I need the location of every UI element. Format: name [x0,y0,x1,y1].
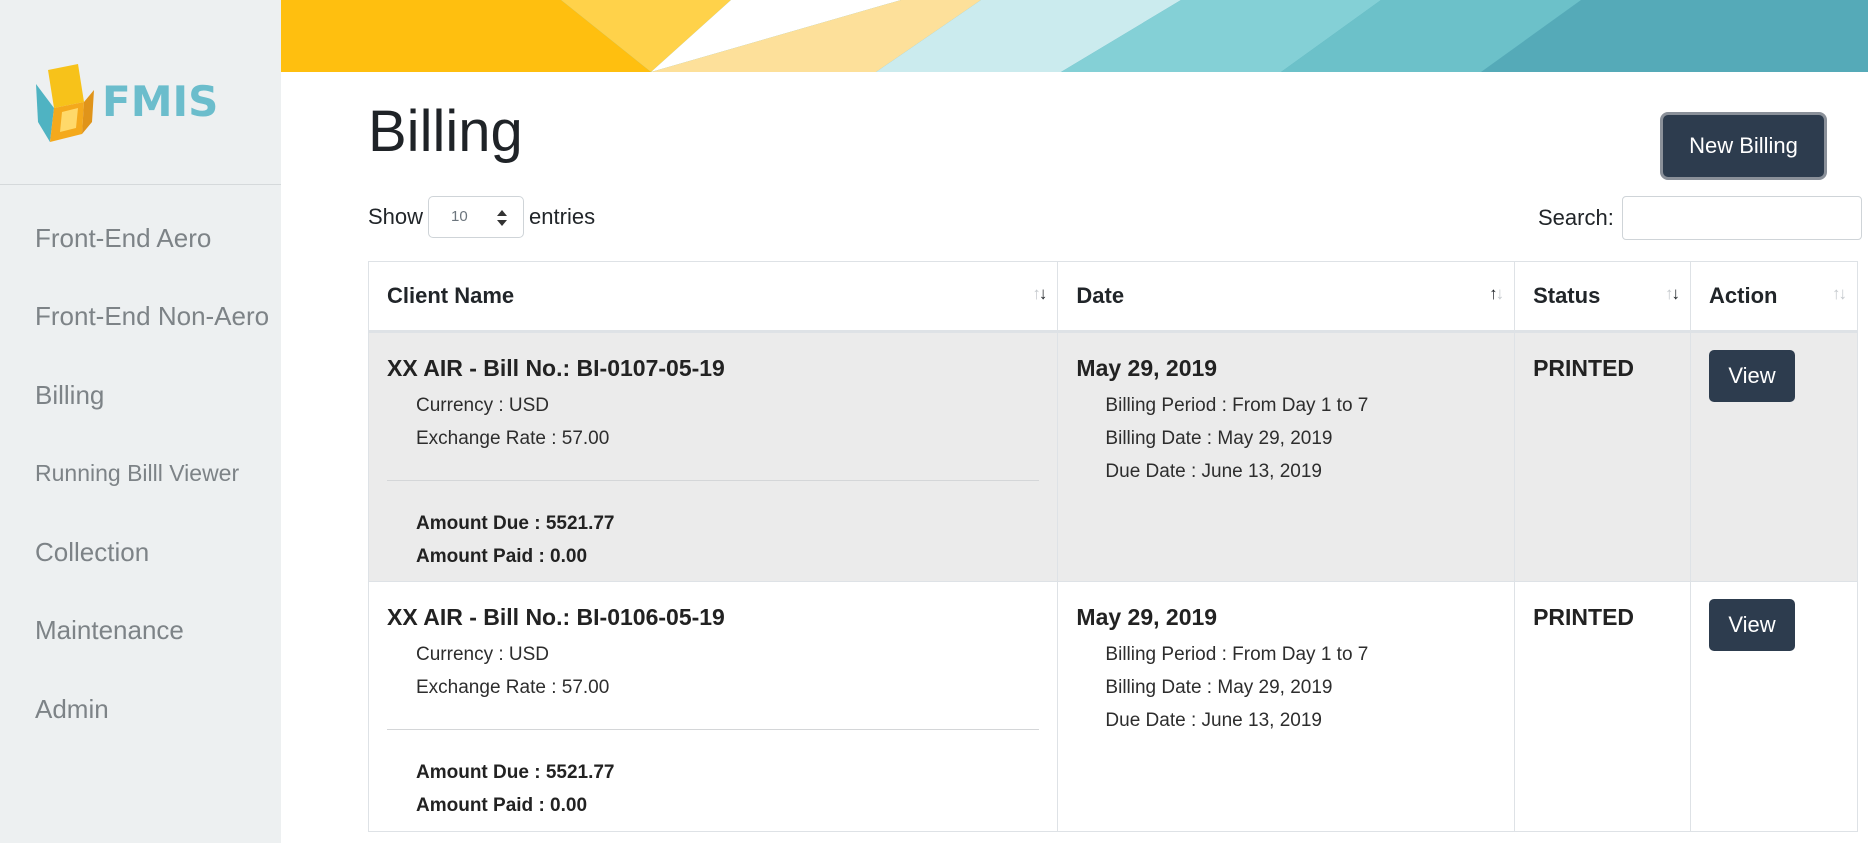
currency-text: Currency : USD [416,395,550,416]
divider [387,480,1040,481]
cell-status: PRINTED [1514,331,1692,582]
logo-area: FMIS [0,0,281,185]
column-header-status[interactable]: Status ↑↓ [1514,261,1692,333]
amount-due-text: Amount Due : 5521.77 [416,762,615,783]
entries-select[interactable]: 10 [428,196,525,238]
billing-period-text: Billing Period : From Day 1 to 7 [1105,395,1369,416]
currency-text: Currency : USD [416,644,550,665]
entries-select-value: 10 [451,208,468,225]
billing-period-text: Billing Period : From Day 1 to 7 [1105,644,1369,665]
client-bill-title: XX AIR - Bill No.: BI-0107-05-19 [387,355,725,381]
exchange-rate-text: Exchange Rate : 57.00 [416,428,610,449]
view-button[interactable]: View [1709,350,1796,402]
table-header-row: Client Name ↑↓ Date ↑↓ Status ↑↓ Action … [367,261,1858,333]
status-text: PRINTED [1533,604,1635,630]
amount-paid-text: Amount Paid : 0.00 [416,546,588,567]
sidebar-item-maintenance[interactable]: Maintenance [0,592,281,671]
sort-icon: ↑↓ [1489,284,1504,303]
cell-action: View [1690,331,1858,582]
sort-icon: ↑↓ [1032,284,1047,303]
show-label: Show [368,204,424,229]
column-header-client-name[interactable]: Client Name ↑↓ [367,261,1059,333]
entries-label: entries [529,204,596,229]
due-date-text: Due Date : June 13, 2019 [1105,461,1322,482]
column-header-date[interactable]: Date ↑↓ [1057,261,1516,333]
billing-date-text: Billing Date : May 29, 2019 [1105,677,1333,698]
sidebar-item-admin[interactable]: Admin [0,670,281,749]
status-text: PRINTED [1533,355,1635,381]
sidebar-nav: Front-End Aero Front-End Non-Aero Billin… [0,185,281,749]
sort-icon: ↑↓ [1832,284,1847,303]
client-bill-title: XX AIR - Bill No.: BI-0106-05-19 [387,604,725,630]
search-input[interactable] [1621,196,1862,240]
billing-date-text: Billing Date : May 29, 2019 [1105,428,1333,449]
date-text: May 29, 2019 [1076,604,1218,630]
sidebar-item-running-bill-viewer[interactable]: Running Billl Viewer [0,435,281,514]
select-arrows-icon [497,210,508,226]
logo-text: FMIS [102,77,218,126]
new-billing-button[interactable]: New Billing [1660,112,1827,180]
cell-status: PRINTED [1514,581,1692,832]
billing-table: Client Name ↑↓ Date ↑↓ Status ↑↓ Action … [367,261,1858,832]
sidebar-item-collection[interactable]: Collection [0,513,281,592]
cell-client: XX AIR - Bill No.: BI-0107-05-19 Currenc… [367,331,1059,582]
search-control: Search: [1538,196,1862,240]
entries-length-control: Show 10 entries [368,196,595,238]
sort-icon: ↑↓ [1665,284,1680,303]
cell-action: View [1690,581,1858,832]
date-text: May 29, 2019 [1076,355,1218,381]
page-title: Billing [368,99,523,164]
due-date-text: Due Date : June 13, 2019 [1105,710,1322,731]
divider [387,729,1040,730]
column-header-action[interactable]: Action ↑↓ [1690,261,1858,333]
fmis-logo[interactable]: FMIS [36,62,226,144]
banner-pattern [281,0,1868,72]
view-button[interactable]: View [1709,599,1796,651]
table-row: XX AIR - Bill No.: BI-0106-05-19 Currenc… [367,581,1858,832]
table-row: XX AIR - Bill No.: BI-0107-05-19 Currenc… [367,331,1858,582]
sidebar-item-billing[interactable]: Billing [0,356,281,435]
sidebar-item-front-end-aero[interactable]: Front-End Aero [0,199,281,278]
cell-date: May 29, 2019 Billing Period : From Day 1… [1057,581,1516,832]
cell-client: XX AIR - Bill No.: BI-0106-05-19 Currenc… [367,581,1059,832]
sidebar-item-front-end-non-aero[interactable]: Front-End Non-Aero [0,278,281,357]
sidebar: FMIS Front-End Aero Front-End Non-Aero B… [0,0,281,843]
amount-due-text: Amount Due : 5521.77 [416,513,615,534]
exchange-rate-text: Exchange Rate : 57.00 [416,677,610,698]
amount-paid-text: Amount Paid : 0.00 [416,795,588,816]
search-label: Search: [1538,205,1614,230]
cell-date: May 29, 2019 Billing Period : From Day 1… [1057,331,1516,582]
header-banner [281,0,1868,72]
